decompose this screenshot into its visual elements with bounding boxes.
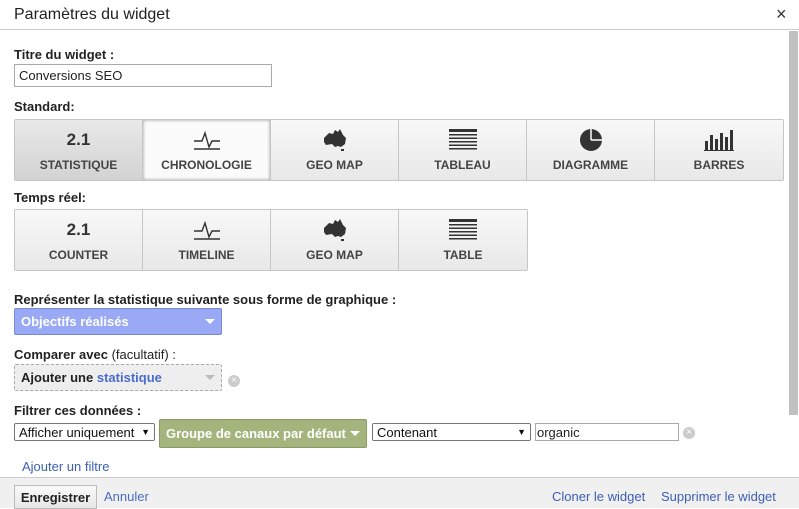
widget-title-input[interactable] (14, 64, 272, 87)
australia-map-icon (321, 128, 349, 152)
caret-down-icon (205, 375, 215, 380)
option-label: BARRES (693, 158, 745, 172)
filter-dimension-value: Groupe de canaux par défaut (166, 426, 346, 441)
compare-optional: (facultatif) : (111, 347, 176, 362)
save-button[interactable]: Enregistrer (14, 485, 97, 509)
cancel-link[interactable]: Annuler (104, 489, 149, 504)
standard-option-barres[interactable]: BARRES (655, 120, 783, 180)
compare-label-text: Comparer avec (14, 347, 108, 362)
filter-operator-select[interactable]: Contenant ▼ (372, 423, 531, 441)
metric-value: Objectifs réalisés (21, 314, 129, 329)
realtime-option-table[interactable]: TABLE (399, 210, 527, 270)
standard-visualizations: 2.1 STATISTIQUE CHRONOLOGIE GEO MAP TABLEAU D… (14, 119, 784, 181)
timeline-icon (192, 128, 222, 152)
compare-prefix: Ajouter une (21, 370, 94, 385)
clone-widget-link[interactable]: Cloner le widget (552, 489, 645, 504)
chevron-down-icon: ▼ (517, 427, 526, 437)
compare-dropdown[interactable]: Ajouter une statistique (14, 364, 222, 391)
pie-chart-icon (579, 128, 603, 152)
standard-option-statistique[interactable]: 2.1 STATISTIQUE (15, 120, 143, 180)
table-icon (449, 218, 477, 242)
widget-title-label: Titre du widget : (14, 47, 115, 62)
close-icon[interactable]: × (776, 4, 787, 25)
realtime-option-geo-map[interactable]: GEO MAP (271, 210, 399, 270)
standard-option-geo-map[interactable]: GEO MAP (271, 120, 399, 180)
delete-widget-link[interactable]: Supprimer le widget (661, 489, 776, 504)
remove-compare-icon[interactable]: × (228, 375, 240, 387)
table-icon (448, 128, 477, 152)
realtime-option-timeline[interactable]: TIMELINE (143, 210, 271, 270)
standard-option-tableau[interactable]: TABLEAU (399, 120, 527, 180)
remove-filter-icon[interactable]: × (683, 427, 695, 439)
scrollbar[interactable] (789, 31, 798, 415)
filter-mode-select[interactable]: Afficher uniquement ▼ (14, 423, 155, 441)
option-label: TABLE (443, 248, 483, 262)
caret-down-icon (205, 319, 215, 324)
filter-mode-value: Afficher uniquement (19, 424, 135, 440)
realtime-label: Temps réel: (14, 190, 87, 205)
option-label: COUNTER (48, 248, 109, 262)
number-icon: 2.1 (66, 130, 91, 149)
dialog-title: Paramètres du widget (14, 6, 170, 23)
option-label: CHRONOLOGIE (161, 158, 252, 172)
bar-chart-icon (704, 128, 734, 152)
metric-label: Représenter la statistique suivante sous… (14, 292, 397, 307)
standard-option-chronologie[interactable]: CHRONOLOGIE (143, 120, 271, 180)
standard-label: Standard: (14, 99, 75, 114)
compare-placeholder: Ajouter une statistique (21, 370, 162, 385)
chevron-down-icon: ▼ (141, 427, 150, 437)
metric-dropdown[interactable]: Objectifs réalisés (14, 308, 222, 335)
option-label: DIAGRAMME (552, 158, 629, 172)
realtime-option-counter[interactable]: 2.1 COUNTER (15, 210, 143, 270)
number-icon: 2.1 (66, 220, 91, 239)
filter-label: Filtrer ces données : (14, 403, 142, 418)
option-label: TIMELINE (178, 248, 235, 262)
add-filter-link[interactable]: Ajouter un filtre (22, 459, 109, 474)
standard-option-diagramme[interactable]: DIAGRAMME (527, 120, 655, 180)
filter-dimension-dropdown[interactable]: Groupe de canaux par défaut (159, 419, 367, 448)
compare-label: Comparer avec (facultatif) : (14, 347, 176, 362)
caret-down-icon (350, 431, 360, 436)
realtime-visualizations: 2.1 COUNTER TIMELINE GEO MAP TABLE (14, 209, 528, 271)
option-label: STATISTIQUE (39, 158, 118, 172)
timeline-icon (192, 218, 222, 242)
filter-operator-value: Contenant (377, 424, 437, 440)
australia-map-icon (321, 218, 349, 242)
compare-link: statistique (96, 370, 162, 385)
filter-value-input[interactable] (535, 423, 679, 441)
option-label: GEO MAP (306, 248, 363, 262)
option-label: GEO MAP (306, 158, 363, 172)
option-label: TABLEAU (434, 158, 491, 172)
